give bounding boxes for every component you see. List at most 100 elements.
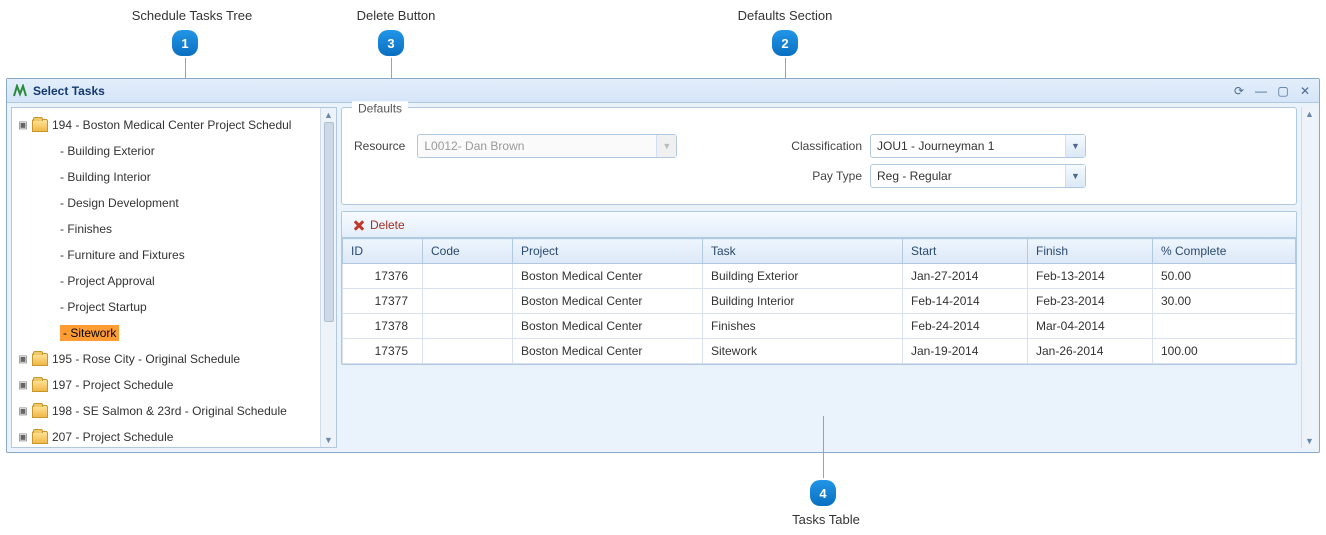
tree-scrollbar[interactable]: ▲ ▼ bbox=[320, 108, 336, 447]
scroll-up-icon[interactable]: ▲ bbox=[322, 108, 336, 122]
minimize-icon[interactable]: — bbox=[1253, 83, 1269, 99]
close-icon[interactable]: ✕ bbox=[1297, 83, 1313, 99]
col-start[interactable]: Start bbox=[903, 239, 1028, 264]
expand-icon[interactable]: ▣ bbox=[16, 354, 30, 365]
scroll-up-icon[interactable]: ▲ bbox=[1303, 107, 1317, 121]
tree-node-root[interactable]: ▣ 195 - Rose City - Original Schedule bbox=[14, 346, 334, 372]
tree-node-child[interactable]: Project Approval bbox=[14, 268, 334, 294]
tree-node-root[interactable]: ▣ 197 - Project Schedule bbox=[14, 372, 334, 398]
cell-id: 17375 bbox=[343, 339, 423, 364]
callout-badge-1: 1 bbox=[172, 30, 198, 56]
tree-node-child[interactable]: Finishes bbox=[14, 216, 334, 242]
col-task[interactable]: Task bbox=[703, 239, 903, 264]
cell-finish: Mar-04-2014 bbox=[1028, 314, 1153, 339]
scroll-down-icon[interactable]: ▼ bbox=[322, 433, 336, 447]
cell-code bbox=[423, 314, 513, 339]
col-finish[interactable]: Finish bbox=[1028, 239, 1153, 264]
resource-combo: L0012- Dan Brown ▼ bbox=[417, 134, 677, 158]
refresh-icon[interactable]: ⟳ bbox=[1231, 83, 1247, 99]
col-id[interactable]: ID bbox=[343, 239, 423, 264]
chevron-down-icon[interactable]: ▼ bbox=[1065, 135, 1085, 157]
col-project[interactable]: Project bbox=[513, 239, 703, 264]
cell-code bbox=[423, 289, 513, 314]
cell-start: Jan-27-2014 bbox=[903, 264, 1028, 289]
expand-icon[interactable]: ▣ bbox=[16, 406, 30, 417]
cell-pct: 50.00 bbox=[1153, 264, 1296, 289]
delete-button[interactable]: Delete bbox=[348, 216, 409, 234]
maximize-icon[interactable]: ▢ bbox=[1275, 83, 1291, 99]
tree-node-child[interactable]: Furniture and Fixtures bbox=[14, 242, 334, 268]
callout-label-3: Delete Button bbox=[346, 8, 446, 23]
resource-value: L0012- Dan Brown bbox=[418, 135, 656, 157]
table-row[interactable]: 17376 Boston Medical Center Building Ext… bbox=[343, 264, 1296, 289]
tree-node-label: 197 - Project Schedule bbox=[52, 378, 173, 392]
tree-node-label: Building Exterior bbox=[60, 144, 155, 158]
cell-project: Boston Medical Center bbox=[513, 314, 703, 339]
cell-task: Building Interior bbox=[703, 289, 903, 314]
tasks-table: ID Code Project Task Start Finish % Comp… bbox=[342, 238, 1296, 364]
table-header-row: ID Code Project Task Start Finish % Comp… bbox=[343, 239, 1296, 264]
tree-node-root[interactable]: ▣ 207 - Project Schedule bbox=[14, 424, 334, 448]
scroll-down-icon[interactable]: ▼ bbox=[1303, 434, 1317, 448]
tree-node-child[interactable]: Design Development bbox=[14, 190, 334, 216]
tree-node-label: Sitework bbox=[60, 325, 119, 341]
cell-start: Feb-14-2014 bbox=[903, 289, 1028, 314]
callout-label-4: Tasks Table bbox=[776, 512, 876, 527]
tree-node-child[interactable]: Building Interior bbox=[14, 164, 334, 190]
classification-combo[interactable]: JOU1 - Journeyman 1 ▼ bbox=[870, 134, 1086, 158]
cell-task: Building Exterior bbox=[703, 264, 903, 289]
select-tasks-window: Select Tasks ⟳ — ▢ ✕ ▣ 194 - Boston Medi… bbox=[6, 78, 1320, 453]
cell-id: 17377 bbox=[343, 289, 423, 314]
tree: ▣ 194 - Boston Medical Center Project Sc… bbox=[12, 108, 336, 448]
tree-node-root[interactable]: ▣ 198 - SE Salmon & 23rd - Original Sche… bbox=[14, 398, 334, 424]
paytype-combo[interactable]: Reg - Regular ▼ bbox=[870, 164, 1086, 188]
scroll-thumb[interactable] bbox=[324, 122, 334, 322]
tree-node-child[interactable]: Project Startup bbox=[14, 294, 334, 320]
window-controls: ⟳ — ▢ ✕ bbox=[1231, 83, 1313, 99]
tree-node-child[interactable]: Building Exterior bbox=[14, 138, 334, 164]
app-logo-icon bbox=[13, 84, 27, 98]
chevron-down-icon: ▼ bbox=[656, 135, 676, 157]
cell-pct bbox=[1153, 314, 1296, 339]
cell-project: Boston Medical Center bbox=[513, 264, 703, 289]
cell-finish: Feb-23-2014 bbox=[1028, 289, 1153, 314]
schedule-tasks-tree: ▣ 194 - Boston Medical Center Project Sc… bbox=[11, 107, 337, 448]
tree-node-label: Project Startup bbox=[60, 300, 147, 314]
cell-task: Sitework bbox=[703, 339, 903, 364]
cell-project: Boston Medical Center bbox=[513, 339, 703, 364]
table-row[interactable]: 17377 Boston Medical Center Building Int… bbox=[343, 289, 1296, 314]
cell-finish: Feb-13-2014 bbox=[1028, 264, 1153, 289]
expand-icon[interactable]: ▣ bbox=[16, 380, 30, 391]
paytype-value: Reg - Regular bbox=[871, 165, 1065, 187]
cell-id: 17376 bbox=[343, 264, 423, 289]
callout-badge-3: 3 bbox=[378, 30, 404, 56]
folder-icon bbox=[32, 405, 48, 418]
tree-node-label: 207 - Project Schedule bbox=[52, 430, 173, 444]
callout-label-1: Schedule Tasks Tree bbox=[112, 8, 272, 23]
collapse-icon[interactable]: ▣ bbox=[16, 120, 30, 131]
folder-icon bbox=[32, 379, 48, 392]
table-row[interactable]: 17378 Boston Medical Center Finishes Feb… bbox=[343, 314, 1296, 339]
grid-toolbar: Delete bbox=[342, 212, 1296, 238]
right-scrollbar[interactable]: ▲ ▼ bbox=[1301, 107, 1317, 448]
tree-node-label: Design Development bbox=[60, 196, 179, 210]
tree-node-child-selected[interactable]: Sitework bbox=[14, 320, 334, 346]
cell-project: Boston Medical Center bbox=[513, 289, 703, 314]
delete-button-label: Delete bbox=[370, 218, 405, 232]
tasks-table-wrap: Delete ID Code Project Task Start Finish… bbox=[341, 211, 1297, 365]
table-row[interactable]: 17375 Boston Medical Center Sitework Jan… bbox=[343, 339, 1296, 364]
cell-id: 17378 bbox=[343, 314, 423, 339]
table-body: 17376 Boston Medical Center Building Ext… bbox=[343, 264, 1296, 364]
titlebar: Select Tasks ⟳ — ▢ ✕ bbox=[7, 79, 1319, 103]
defaults-section: Defaults Resource L0012- Dan Brown ▼ Cla… bbox=[341, 107, 1297, 205]
expand-icon[interactable]: ▣ bbox=[16, 432, 30, 443]
tree-node-root[interactable]: ▣ 194 - Boston Medical Center Project Sc… bbox=[14, 112, 334, 138]
chevron-down-icon[interactable]: ▼ bbox=[1065, 165, 1085, 187]
cell-code bbox=[423, 339, 513, 364]
cell-task: Finishes bbox=[703, 314, 903, 339]
resource-label: Resource bbox=[354, 139, 405, 153]
cell-start: Feb-24-2014 bbox=[903, 314, 1028, 339]
col-code[interactable]: Code bbox=[423, 239, 513, 264]
tree-node-label: Building Interior bbox=[60, 170, 151, 184]
col-pct[interactable]: % Complete bbox=[1153, 239, 1296, 264]
